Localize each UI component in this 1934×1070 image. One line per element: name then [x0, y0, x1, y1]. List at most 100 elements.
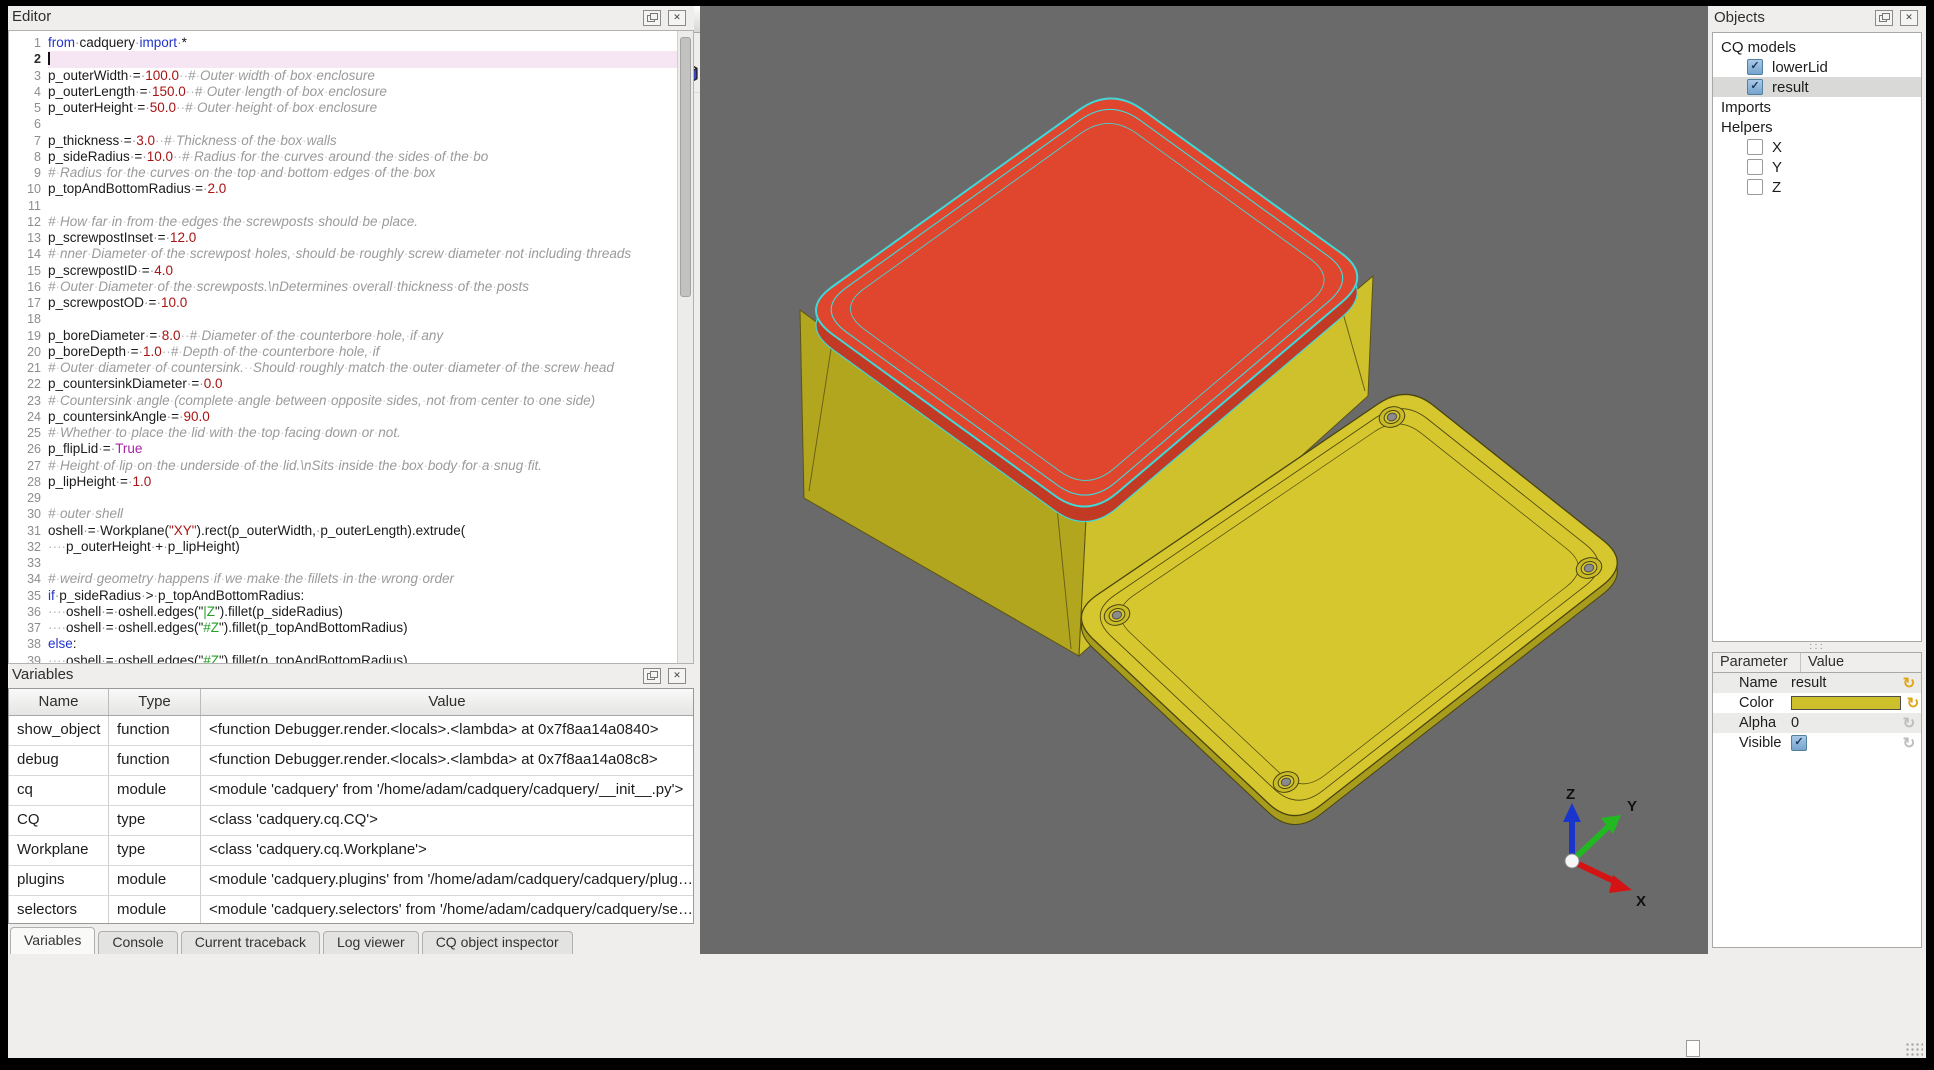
visibility-checkbox[interactable]: ✓ [1747, 59, 1763, 75]
code-line-17[interactable]: 17p_screwpostOD·=·10.0 [9, 295, 677, 311]
code-line-14[interactable]: 14#·nner·Diameter·of·the·screwpost·holes… [9, 246, 677, 262]
code-line-7[interactable]: 7p_thickness·=·3.0··#·Thickness·of·the·b… [9, 133, 677, 149]
undo-icon[interactable]: ↺ [1901, 694, 1925, 712]
tab-cq-object-inspector[interactable]: CQ object inspector [422, 931, 573, 954]
tree-group-imports[interactable]: Imports [1713, 97, 1921, 117]
visible-checkbox[interactable]: ✓ [1791, 735, 1807, 751]
code-line-28[interactable]: 28p_lipHeight·=·1.0 [9, 474, 677, 490]
close-panel-icon[interactable]: ✕ [668, 668, 686, 684]
tab-current-traceback[interactable]: Current traceback [181, 931, 320, 954]
code-line-10[interactable]: 10p_topAndBottomRadius·=·2.0 [9, 181, 677, 197]
code-line-6[interactable]: 6 [9, 116, 677, 132]
code-line-33[interactable]: 33 [9, 555, 677, 571]
code-line-22[interactable]: 22p_countersinkDiameter·=·0.0 [9, 376, 677, 392]
code-line-27[interactable]: 27#·Height·of·lip·on·the·underside·of·th… [9, 458, 677, 474]
visibility-checkbox[interactable] [1747, 159, 1763, 175]
code-line-32[interactable]: 32····p_outerHeight·+·p_lipHeight) [9, 539, 677, 555]
3d-viewport[interactable]: Z Y X [700, 6, 1708, 954]
code-line-18[interactable]: 18 [9, 311, 677, 327]
code-line-13[interactable]: 13p_screwpostInset·=·12.0 [9, 230, 677, 246]
parameter-value[interactable]: 0 [1791, 715, 1897, 731]
code-line-37[interactable]: 37····oshell·=·oshell.edges("#Z").fillet… [9, 620, 677, 636]
code-line-23[interactable]: 23#·Countersink·angle·(complete·angle·be… [9, 393, 677, 409]
close-panel-icon[interactable]: ✕ [1900, 10, 1918, 26]
code-line-34[interactable]: 34#·weird·geometry·happens·if·we·make·th… [9, 571, 677, 587]
table-row[interactable]: show_objectfunction<function Debugger.re… [9, 716, 693, 746]
visibility-checkbox[interactable] [1747, 139, 1763, 155]
editor-vertical-scrollbar[interactable] [677, 31, 693, 663]
table-row[interactable]: selectorsmodule<module 'cadquery.selecto… [9, 896, 693, 924]
undo-icon[interactable]: ↺ [1897, 714, 1921, 732]
float-panel-icon[interactable] [1875, 10, 1893, 26]
tree-group-helpers[interactable]: Helpers [1713, 117, 1921, 137]
variable-type: function [109, 746, 201, 775]
table-row[interactable]: CQtype<class 'cadquery.cq.CQ'> [9, 806, 693, 836]
tree-item-result[interactable]: ✓result [1713, 77, 1921, 97]
variable-value: <class 'cadquery.cq.Workplane'> [201, 836, 693, 865]
code-line-15[interactable]: 15p_screwpostID·=·4.0 [9, 263, 677, 279]
undo-icon[interactable]: ↺ [1897, 734, 1921, 752]
undo-icon[interactable]: ↺ [1897, 674, 1921, 692]
code-line-9[interactable]: 9#·Radius·for·the·curves·on·the·top·and·… [9, 165, 677, 181]
table-row[interactable]: debugfunction<function Debugger.render.<… [9, 746, 693, 776]
parameter-row-color[interactable]: Color↺ [1713, 693, 1921, 713]
variable-type: module [109, 866, 201, 895]
variable-name: plugins [9, 866, 109, 895]
parameter-value[interactable]: result [1791, 675, 1897, 691]
code-line-3[interactable]: 3p_outerWidth·=·100.0··#·Outer·width·of·… [9, 68, 677, 84]
color-swatch[interactable] [1791, 696, 1901, 710]
close-panel-icon[interactable]: ✕ [668, 10, 686, 26]
code-line-16[interactable]: 16#·Outer·Diameter·of·the·screwposts.\nD… [9, 279, 677, 295]
code-line-8[interactable]: 8p_sideRadius·=·10.0··#·Radius·for·the·c… [9, 149, 677, 165]
tree-item-x[interactable]: X [1713, 137, 1921, 157]
line-number: 10 [9, 181, 48, 197]
code-line-1[interactable]: 1from·cadquery·import·* [9, 35, 677, 51]
float-panel-icon[interactable] [643, 10, 661, 26]
panel-splitter[interactable]: ······ [1708, 642, 1926, 652]
parameter-row-alpha[interactable]: Alpha0↺ [1713, 713, 1921, 733]
code-line-24[interactable]: 24p_countersinkAngle·=·90.0 [9, 409, 677, 425]
code-line-21[interactable]: 21#·Outer·diameter·of·countersink.··Shou… [9, 360, 677, 376]
parameter-row-name[interactable]: Nameresult↺ [1713, 673, 1921, 693]
resize-grip[interactable] [1905, 1042, 1923, 1056]
visibility-checkbox[interactable] [1747, 179, 1763, 195]
code-line-20[interactable]: 20p_boreDepth·=·1.0··#·Depth·of·the·coun… [9, 344, 677, 360]
scrollbar-thumb[interactable] [680, 37, 691, 297]
tree-group-cq-models[interactable]: CQ models [1713, 37, 1921, 57]
code-line-35[interactable]: 35if·p_sideRadius·>·p_topAndBottomRadius… [9, 588, 677, 604]
line-number: 20 [9, 344, 48, 360]
code-line-4[interactable]: 4p_outerLength·=·150.0··#·Outer·length·o… [9, 84, 677, 100]
code-line-26[interactable]: 26p_flipLid·=·True [9, 441, 677, 457]
tab-console[interactable]: Console [98, 931, 177, 954]
table-row[interactable]: Workplanetype<class 'cadquery.cq.Workpla… [9, 836, 693, 866]
float-panel-icon[interactable] [643, 668, 661, 684]
column-header-name[interactable]: Name [9, 689, 109, 715]
line-number: 9 [9, 165, 48, 181]
column-header-type[interactable]: Type [109, 689, 201, 715]
table-row[interactable]: pluginsmodule<module 'cadquery.plugins' … [9, 866, 693, 896]
column-header-value[interactable]: Value [201, 689, 693, 715]
code-line-12[interactable]: 12#·How·far·in·from·the·edges·the·screwp… [9, 214, 677, 230]
tab-log-viewer[interactable]: Log viewer [323, 931, 419, 954]
tab-variables[interactable]: Variables [10, 927, 95, 954]
panel-toggle-button[interactable] [1686, 1040, 1700, 1057]
table-row[interactable]: cqmodule<module 'cadquery' from '/home/a… [9, 776, 693, 806]
tree-item-y[interactable]: Y [1713, 157, 1921, 177]
objects-tree: CQ models✓lowerLid✓resultImportsHelpersX… [1712, 32, 1922, 642]
code-line-39[interactable]: 39····oshell·=·oshell.edges("#Z").fillet… [9, 653, 677, 664]
code-line-36[interactable]: 36····oshell·=·oshell.edges("|Z").fillet… [9, 604, 677, 620]
code-line-2[interactable]: 2 [9, 51, 677, 67]
code-line-19[interactable]: 19p_boreDiameter·=·8.0··#·Diameter·of·th… [9, 328, 677, 344]
code-line-30[interactable]: 30#·outer·shell [9, 506, 677, 522]
tree-item-z[interactable]: Z [1713, 177, 1921, 197]
visibility-checkbox[interactable]: ✓ [1747, 79, 1763, 95]
code-line-29[interactable]: 29 [9, 490, 677, 506]
code-area[interactable]: 1from·cadquery·import·*23p_outerWidth·=·… [9, 35, 677, 663]
code-line-25[interactable]: 25#·Whether·to·place·the·lid·with·the·to… [9, 425, 677, 441]
parameter-row-visible[interactable]: Visible✓↺ [1713, 733, 1921, 753]
code-line-38[interactable]: 38else: [9, 636, 677, 652]
code-line-11[interactable]: 11 [9, 198, 677, 214]
code-line-31[interactable]: 31oshell·=·Workplane("XY").rect(p_outerW… [9, 523, 677, 539]
tree-item-lowerlid[interactable]: ✓lowerLid [1713, 57, 1921, 77]
code-line-5[interactable]: 5p_outerHeight·=·50.0··#·Outer·height·of… [9, 100, 677, 116]
